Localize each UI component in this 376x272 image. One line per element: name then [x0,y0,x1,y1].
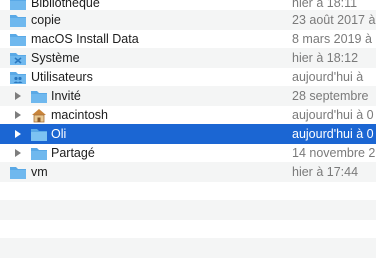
date-modified: aujourd'hui à [292,70,364,84]
disclosure-triangle-icon[interactable] [13,91,23,101]
file-name: macintosh [51,108,108,122]
list-item-oli[interactable]: Oli aujourd'hui à 0 [0,124,376,144]
users-folder-icon [9,69,27,85]
folder-icon [30,126,48,142]
file-name: macOS Install Data [31,32,139,46]
file-name: copie [31,13,61,27]
list-item-systeme[interactable]: Système hier à 18:12 [0,48,376,68]
file-name: Partagé [51,146,95,160]
list-item-macos-install-data[interactable]: macOS Install Data 8 mars 2019 à [0,29,376,49]
empty-row [0,181,376,201]
list-item-utilisateurs[interactable]: Utilisateurs aujourd'hui à [0,67,376,87]
folder-icon [9,164,27,180]
empty-row [0,200,376,220]
date-modified: 28 septembre [292,89,369,103]
date-modified: aujourd'hui à 0 [292,108,374,122]
disclosure-triangle-icon[interactable] [13,129,23,139]
file-name: vm [31,165,48,179]
file-name: Utilisateurs [31,70,93,84]
date-modified: 23 août 2017 à [292,13,376,27]
empty-row [0,219,376,239]
empty-row [0,257,376,272]
date-modified: hier à 17:44 [292,165,359,179]
finder-file-list: Bibliothèque hier à 18:11 copie 23 août … [0,0,376,272]
list-item-copie[interactable]: copie 23 août 2017 à [0,10,376,30]
home-folder-icon [30,107,48,123]
disclosure-triangle-icon[interactable] [13,148,23,158]
folder-icon [9,12,27,28]
list-item-partage[interactable]: Partagé 14 novembre 2 [0,143,376,163]
folder-icon [30,145,48,161]
date-modified: 8 mars 2019 à [292,32,372,46]
empty-row [0,238,376,258]
system-folder-icon [9,50,27,66]
folder-icon [30,88,48,104]
list-item-vm[interactable]: vm hier à 17:44 [0,162,376,182]
file-name: Système [31,51,80,65]
date-modified: aujourd'hui à 0 [292,127,374,141]
date-modified: 14 novembre 2 [292,146,376,160]
date-modified: hier à 18:12 [292,51,359,65]
folder-icon [9,31,27,47]
list-item-macintosh[interactable]: macintosh aujourd'hui à 0 [0,105,376,125]
disclosure-triangle-icon[interactable] [13,110,23,120]
file-name: Invité [51,89,81,103]
file-name: Oli [51,127,67,141]
list-item-invite[interactable]: Invité 28 septembre [0,86,376,106]
